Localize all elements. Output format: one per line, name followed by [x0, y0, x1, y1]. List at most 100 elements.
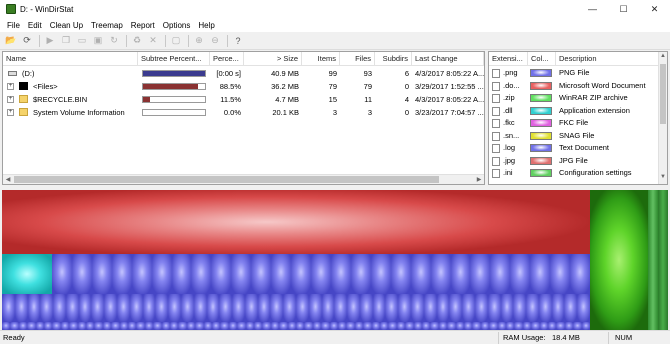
treemap-tile-png[interactable] [142, 294, 156, 322]
treemap-tile-small[interactable] [447, 322, 456, 330]
treemap-tile-small[interactable] [186, 322, 196, 330]
treemap-tile-png[interactable] [151, 254, 172, 294]
treemap-tile-small[interactable] [245, 322, 254, 330]
tree-horizontal-scrollbar[interactable]: ◀ ▶ [3, 174, 484, 184]
extension-row[interactable]: .fkc FKC File [489, 117, 659, 130]
treemap-tile-small[interactable] [262, 322, 271, 330]
command-prompt-icon[interactable]: ▣ [91, 34, 105, 48]
treemap-tile-small[interactable] [18, 322, 28, 330]
menu-edit[interactable]: Edit [24, 21, 46, 30]
column-header-items[interactable]: Items [302, 52, 340, 66]
play-icon[interactable]: ▶ [43, 34, 57, 48]
treemap-tile-small[interactable] [312, 322, 322, 330]
treemap-tile-png[interactable] [91, 294, 105, 322]
menu-clean-up[interactable]: Clean Up [46, 21, 87, 30]
treemap-tile-small[interactable] [514, 322, 523, 330]
treemap-tile-small[interactable] [539, 322, 548, 330]
extension-list[interactable]: Extensi... Col... Description .png PNG Fi… [488, 51, 668, 185]
treemap-tile-small[interactable] [413, 322, 422, 330]
treemap-tile-small[interactable] [564, 322, 574, 330]
treemap-tile-small[interactable] [60, 322, 70, 330]
treemap-tile-png[interactable] [193, 294, 207, 322]
treemap-tile-small[interactable] [363, 322, 372, 330]
treemap-tile-png[interactable] [131, 254, 152, 294]
extension-row[interactable]: .dll Application extension [489, 105, 659, 118]
treemap-tile-png[interactable] [385, 294, 399, 322]
treemap-tile-small[interactable] [380, 322, 389, 330]
scroll-up-icon[interactable]: ▲ [659, 53, 667, 62]
treemap-tile-small[interactable] [27, 322, 36, 330]
treemap-tile-small[interactable] [304, 322, 313, 330]
treemap-tile-small[interactable] [136, 322, 145, 330]
treemap-block-zip[interactable] [590, 190, 648, 330]
treemap-tile-png[interactable] [291, 254, 312, 294]
treemap-tile-small[interactable] [195, 322, 204, 330]
zoom-in-icon[interactable]: ⊕ [192, 34, 206, 48]
treemap-tile-small[interactable] [144, 322, 154, 330]
treemap-tile-png[interactable] [510, 254, 531, 294]
treemap-tile-png[interactable] [430, 254, 451, 294]
treemap-tile-small[interactable] [220, 322, 229, 330]
treemap-tile-small[interactable] [338, 322, 347, 330]
treemap-tile-small[interactable] [405, 322, 414, 330]
help-icon[interactable]: ? [231, 34, 245, 48]
treemap-tile-png[interactable] [410, 254, 431, 294]
minimize-button[interactable]: — [577, 0, 608, 18]
extension-row[interactable]: .log Text Document [489, 142, 659, 155]
treemap-tile-png[interactable] [321, 294, 335, 322]
treemap-tile-small[interactable] [581, 322, 590, 330]
treemap-tile-png[interactable] [168, 294, 181, 322]
close-button[interactable]: ✕ [639, 0, 670, 18]
treemap-tile-small[interactable] [480, 322, 490, 330]
treemap-tile-small[interactable] [489, 322, 498, 330]
treemap-tile-png[interactable] [78, 294, 92, 322]
treemap-tile-png[interactable] [500, 294, 514, 322]
treemap-tile-png[interactable] [180, 294, 194, 322]
treemap-tile-small[interactable] [346, 322, 355, 330]
treemap-tile-png[interactable] [191, 254, 212, 294]
treemap-tile-png[interactable] [40, 294, 54, 322]
extension-row[interactable]: .ini Configuration settings [489, 167, 659, 180]
treemap-tile-png[interactable] [450, 254, 471, 294]
treemap-tile-small[interactable] [556, 322, 565, 330]
treemap-tile-png[interactable] [462, 294, 475, 322]
scrollbar-thumb[interactable] [660, 64, 666, 124]
treemap-tile-small[interactable] [119, 322, 128, 330]
treemap-tile-small[interactable] [472, 322, 481, 330]
recycle-icon[interactable]: ♻ [130, 34, 144, 48]
extension-row[interactable]: .png PNG File [489, 67, 659, 80]
treemap-tile-small[interactable] [354, 322, 364, 330]
treemap-tile-png[interactable] [330, 254, 351, 294]
copy-icon[interactable]: ❐ [59, 34, 73, 48]
treemap-tile-small[interactable] [497, 322, 506, 330]
treemap-tile-small[interactable] [270, 322, 280, 330]
column-header-percent[interactable]: Perce... [210, 52, 244, 66]
treemap-tile-png[interactable] [564, 294, 578, 322]
treemap-tile-small[interactable] [522, 322, 532, 330]
treemap-tile-png[interactable] [296, 294, 309, 322]
scroll-right-icon[interactable]: ▶ [474, 175, 484, 184]
treemap-tile-png[interactable] [155, 294, 169, 322]
treemap-block-word-document[interactable] [2, 190, 590, 254]
treemap-tile-png[interactable] [538, 294, 552, 322]
treemap-tile-png[interactable] [71, 254, 92, 294]
treemap-tile-png[interactable] [474, 294, 488, 322]
treemap-tile-small[interactable] [548, 322, 557, 330]
treemap-tile-png[interactable] [232, 294, 245, 322]
treemap-tile-small[interactable] [212, 322, 221, 330]
treemap-tile-png[interactable] [283, 294, 296, 322]
treemap-tile-small[interactable] [422, 322, 431, 330]
treemap-tile-png[interactable] [359, 294, 373, 322]
treemap-tile-png[interactable] [53, 294, 66, 322]
treemap-tile-small[interactable] [153, 322, 162, 330]
treemap-tile-small[interactable] [35, 322, 44, 330]
column-header-name[interactable]: Name [3, 52, 138, 66]
treemap-tile-small[interactable] [77, 322, 86, 330]
reload-icon[interactable]: ↻ [107, 34, 121, 48]
tree-row[interactable]: + System Volume Information 0.0% 20.1 KB 3 3 0… [3, 106, 484, 119]
treemap-tile-png[interactable] [117, 294, 130, 322]
menu-options[interactable]: Options [159, 21, 195, 30]
extension-row[interactable]: .sn... SNAG File [489, 130, 659, 143]
treemap-tile-small[interactable] [86, 322, 95, 330]
delete-icon[interactable]: ✕ [146, 34, 160, 48]
